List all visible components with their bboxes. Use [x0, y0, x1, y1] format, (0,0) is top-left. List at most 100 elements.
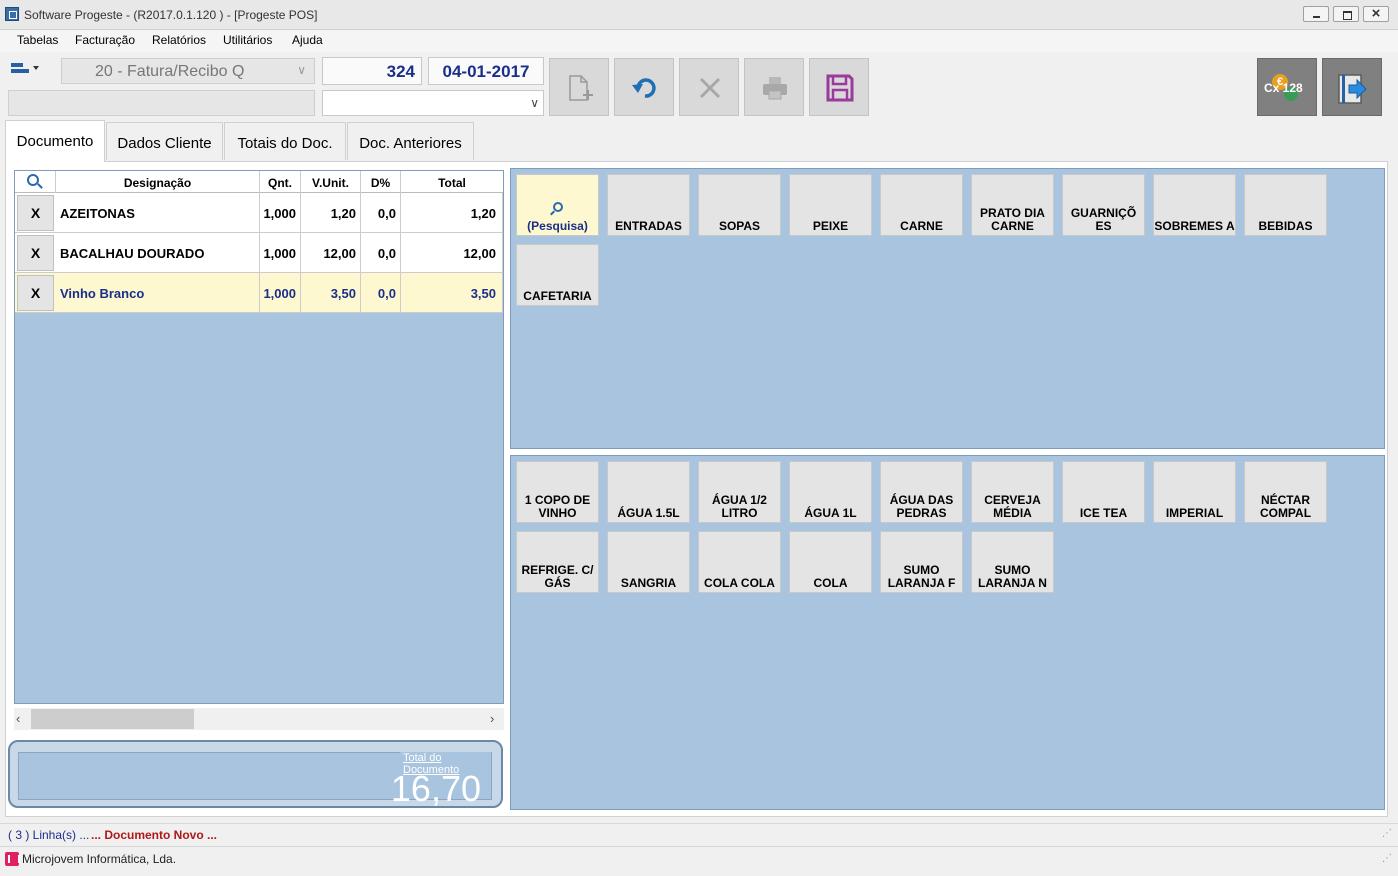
delete-line-button[interactable]: X — [17, 195, 54, 231]
delete-line-button[interactable]: X — [17, 235, 54, 271]
doc-date-field[interactable]: 04-01-2017 — [428, 57, 544, 85]
product-button[interactable]: SUMO LARANJA F — [880, 531, 963, 593]
col-header-vunit[interactable]: V.Unit. — [301, 171, 361, 193]
grid-horizontal-scrollbar[interactable]: ‹ › — [14, 708, 504, 730]
category-button[interactable]: SOPAS — [698, 174, 781, 236]
product-button[interactable]: ICE TEA — [1062, 461, 1145, 523]
cell-desconto: 0,0 — [361, 273, 401, 313]
search-icon — [552, 202, 563, 212]
product-button[interactable]: REFRIGE. C/ GÁS — [516, 531, 599, 593]
product-button[interactable]: NÉCTAR COMPAL — [1244, 461, 1327, 523]
menu-tabelas[interactable]: Tabelas — [17, 33, 58, 47]
new-document-button[interactable] — [549, 58, 609, 116]
category-button[interactable]: ENTRADAS — [607, 174, 690, 236]
col-header-total[interactable]: Total — [401, 171, 503, 193]
chevron-down-icon: ∨ — [530, 96, 539, 110]
cell-designacao: Vinho Branco — [56, 273, 260, 313]
category-button[interactable]: CARNE — [880, 174, 963, 236]
category-button[interactable]: CAFETARIA — [516, 244, 599, 306]
resize-grip-icon: ⋰ — [1382, 828, 1392, 839]
category-button[interactable]: BEBIDAS — [1244, 174, 1327, 236]
product-label: ICE TEA — [1079, 506, 1128, 520]
product-button[interactable]: ÁGUA DAS PEDRAS — [880, 461, 963, 523]
minimize-button[interactable] — [1303, 6, 1329, 22]
product-label: IMPERIAL — [1165, 506, 1224, 520]
delete-line-button[interactable]: X — [17, 275, 54, 311]
maximize-button[interactable] — [1333, 6, 1359, 22]
tab-doc-anteriores[interactable]: Doc. Anteriores — [347, 122, 474, 160]
tab-totais[interactable]: Totais do Doc. — [224, 122, 346, 160]
chevron-right-icon[interactable]: › — [490, 711, 494, 726]
undo-icon — [632, 78, 656, 98]
product-label: SUMO LARANJA N — [978, 563, 1047, 590]
doc-type-select[interactable]: 20 - Fatura/Recibo Q ∨ — [61, 58, 315, 84]
product-button[interactable]: COLA — [789, 531, 872, 593]
category-button[interactable]: PRATO DIA CARNE — [971, 174, 1054, 236]
search-icon — [27, 174, 39, 186]
resize-grip-icon: ⋰ — [1382, 853, 1392, 864]
menu-bar: Tabelas Facturação Relatórios Utilitário… — [0, 30, 1398, 52]
series-field[interactable] — [8, 90, 315, 116]
product-button[interactable]: 1 COPO DE VINHO — [516, 461, 599, 523]
category-label: ENTRADAS — [615, 219, 682, 233]
category-label: (Pesquisa) — [527, 219, 588, 233]
chevron-down-icon: ∨ — [297, 63, 306, 77]
save-button[interactable] — [809, 58, 869, 116]
product-button[interactable]: CERVEJA MÉDIA — [971, 461, 1054, 523]
category-button[interactable]: SOBREMES A — [1153, 174, 1236, 236]
product-button[interactable]: COLA COLA — [698, 531, 781, 593]
category-label: BEBIDAS — [1258, 219, 1313, 233]
cash-register-button[interactable]: € Cx 128 — [1257, 58, 1317, 116]
product-label: 1 COPO DE VINHO — [524, 493, 591, 520]
tab-dados-cliente[interactable]: Dados Cliente — [106, 122, 223, 160]
col-header-desconto[interactable]: D% — [361, 171, 401, 193]
col-header-qnt[interactable]: Qnt. — [260, 171, 301, 193]
secondary-select[interactable]: ∨ — [322, 90, 544, 116]
product-label: NÉCTAR COMPAL — [1259, 493, 1312, 520]
chevron-left-icon[interactable]: ‹ — [16, 711, 20, 726]
cell-total: 12,00 — [401, 233, 503, 273]
product-button[interactable]: IMPERIAL — [1153, 461, 1236, 523]
product-button[interactable]: SUMO LARANJA N — [971, 531, 1054, 593]
product-button[interactable]: ÁGUA 1L — [789, 461, 872, 523]
cancel-button[interactable] — [679, 58, 739, 116]
exit-button[interactable] — [1322, 58, 1382, 116]
close-button[interactable] — [1363, 5, 1389, 22]
doc-number-field[interactable]: 324 — [322, 57, 422, 85]
cell-vunit: 1,20 — [301, 193, 361, 233]
product-button[interactable]: SANGRIA — [607, 531, 690, 593]
product-label: SUMO LARANJA F — [887, 563, 956, 590]
col-header-designacao[interactable]: Designação — [56, 171, 260, 193]
product-button[interactable]: ÁGUA 1/2 LITRO — [698, 461, 781, 523]
menu-facturacao[interactable]: Facturação — [75, 33, 135, 47]
cell-qnt: 1,000 — [260, 273, 301, 313]
table-row[interactable]: X Vinho Branco 1,000 3,50 0,0 3,50 — [15, 273, 503, 313]
category-button[interactable]: PEIXE — [789, 174, 872, 236]
list-view-icon — [11, 63, 23, 67]
cell-designacao: AZEITONAS — [56, 193, 260, 233]
window-title: Software Progeste - (R2017.0.1.120 ) - [… — [24, 8, 318, 22]
cell-total: 1,20 — [401, 193, 503, 233]
product-button[interactable]: ÁGUA 1.5L — [607, 461, 690, 523]
table-row[interactable]: X AZEITONAS 1,000 1,20 0,0 1,20 — [15, 193, 503, 233]
table-row[interactable]: X BACALHAU DOURADO 1,000 12,00 0,0 12,00 — [15, 233, 503, 273]
undo-button[interactable] — [614, 58, 674, 116]
scrollbar-thumb[interactable] — [31, 709, 194, 729]
category-button[interactable]: GUARNIÇÕ ES — [1062, 174, 1145, 236]
view-menu-button[interactable] — [9, 60, 43, 80]
close-icon — [699, 77, 721, 99]
save-icon — [826, 74, 854, 102]
category-label: GUARNIÇÕ ES — [1070, 206, 1137, 233]
menu-utilitarios[interactable]: Utilitários — [223, 33, 272, 47]
tab-documento[interactable]: Documento — [5, 120, 105, 162]
category-label: PEIXE — [812, 219, 849, 233]
search-category-button[interactable]: (Pesquisa) — [516, 174, 599, 236]
app-icon — [5, 7, 19, 21]
print-button[interactable] — [744, 58, 804, 116]
menu-ajuda[interactable]: Ajuda — [292, 33, 323, 47]
grid-search-button[interactable] — [15, 171, 56, 193]
category-label: PRATO DIA CARNE — [980, 206, 1045, 233]
menu-relatorios[interactable]: Relatórios — [152, 33, 206, 47]
new-document-icon — [569, 75, 593, 101]
total-value: 16,70 — [390, 768, 481, 809]
